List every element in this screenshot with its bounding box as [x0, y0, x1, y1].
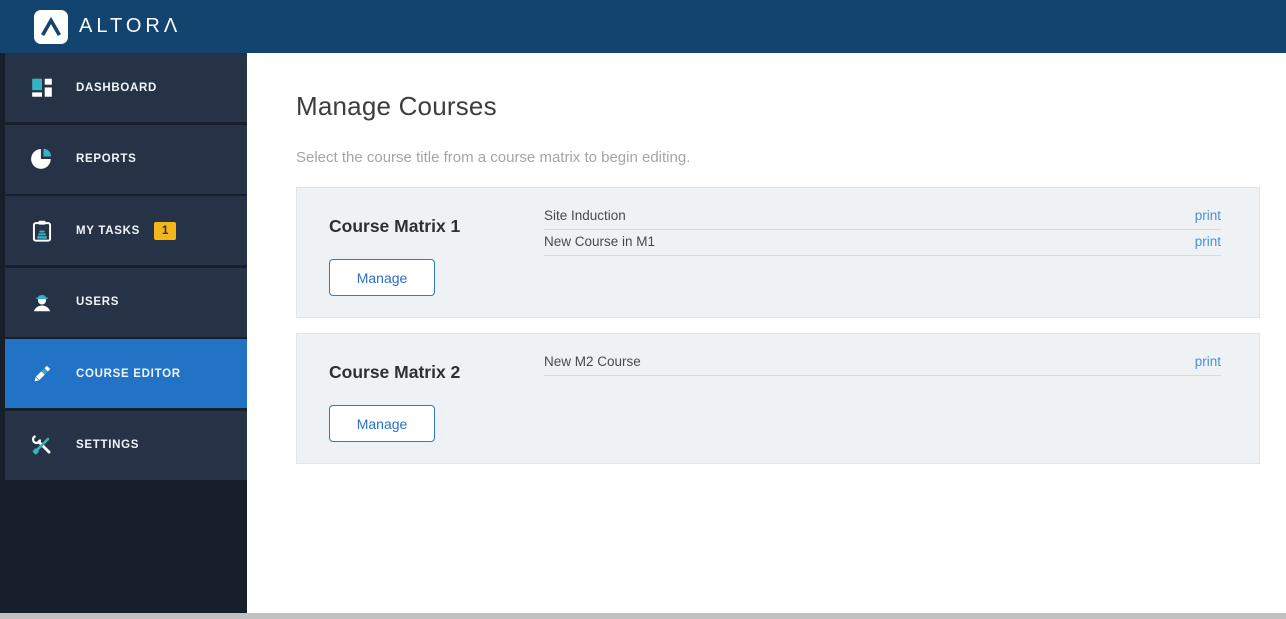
page-subtitle: Select the course title from a course ma… — [296, 149, 691, 166]
course-matrix-panel: Course Matrix 2 Manage New M2 Course pri… — [296, 333, 1260, 464]
task-count-badge: 1 — [153, 221, 177, 240]
altora-logo-icon — [34, 9, 68, 44]
course-rows: New M2 Course print — [544, 334, 1259, 463]
sidebar-item-label: USERS — [76, 296, 120, 308]
course-title-link[interactable]: New M2 Course — [544, 354, 641, 369]
course-editor-icon — [30, 362, 54, 386]
course-matrix-title: Course Matrix 1 — [329, 216, 461, 236]
sidebar-item-settings[interactable]: SETTINGS — [5, 410, 247, 480]
reports-icon — [30, 147, 54, 171]
course-matrix-list: Course Matrix 1 Manage Site Induction pr… — [296, 187, 1260, 464]
course-row: New Course in M1 print — [544, 230, 1221, 256]
course-title-link[interactable]: New Course in M1 — [544, 234, 655, 249]
sidebar-item-dashboard[interactable]: DASHBOARD — [5, 53, 247, 122]
print-link[interactable]: print — [1195, 208, 1221, 223]
settings-icon — [30, 433, 54, 457]
sidebar-item-label: SETTINGS — [76, 439, 140, 451]
course-row: Site Induction print — [544, 204, 1221, 230]
course-matrix-panel: Course Matrix 1 Manage Site Induction pr… — [296, 187, 1260, 318]
sidebar-item-course-editor[interactable]: COURSE EDITOR — [5, 339, 247, 408]
brand[interactable]: ALTORΛ — [34, 9, 182, 44]
dashboard-icon — [30, 76, 54, 100]
sidebar-item-reports[interactable]: REPORTS — [5, 124, 247, 194]
sidebar-item-label: REPORTS — [76, 153, 137, 165]
horizontal-scrollbar[interactable] — [0, 613, 1286, 619]
sidebar-item-label: COURSE EDITOR — [76, 367, 181, 380]
sidebar-item-users[interactable]: USERS — [5, 267, 247, 337]
users-icon — [30, 290, 54, 314]
page-title: Manage Courses — [296, 91, 497, 121]
main-content: Manage Courses Select the course title f… — [247, 53, 1286, 613]
print-link[interactable]: print — [1195, 354, 1221, 369]
my-tasks-icon — [30, 219, 54, 243]
top-bar: ALTORΛ — [0, 0, 1286, 53]
brand-name: ALTORΛ — [79, 15, 182, 37]
course-rows: Site Induction print New Course in M1 pr… — [544, 188, 1259, 317]
manage-button[interactable]: Manage — [329, 259, 435, 296]
sidebar: DASHBOARD REPORTS MY TASKS 1 USERS COURS… — [0, 53, 247, 613]
sidebar-item-my-tasks[interactable]: MY TASKS 1 — [5, 196, 247, 265]
course-row: New M2 Course print — [544, 350, 1221, 376]
course-matrix-title: Course Matrix 2 — [329, 362, 461, 382]
sidebar-item-label: DASHBOARD — [76, 81, 158, 94]
print-link[interactable]: print — [1195, 234, 1221, 249]
manage-button[interactable]: Manage — [329, 405, 435, 442]
sidebar-item-label: MY TASKS — [76, 224, 140, 237]
course-title-link[interactable]: Site Induction — [544, 208, 626, 223]
